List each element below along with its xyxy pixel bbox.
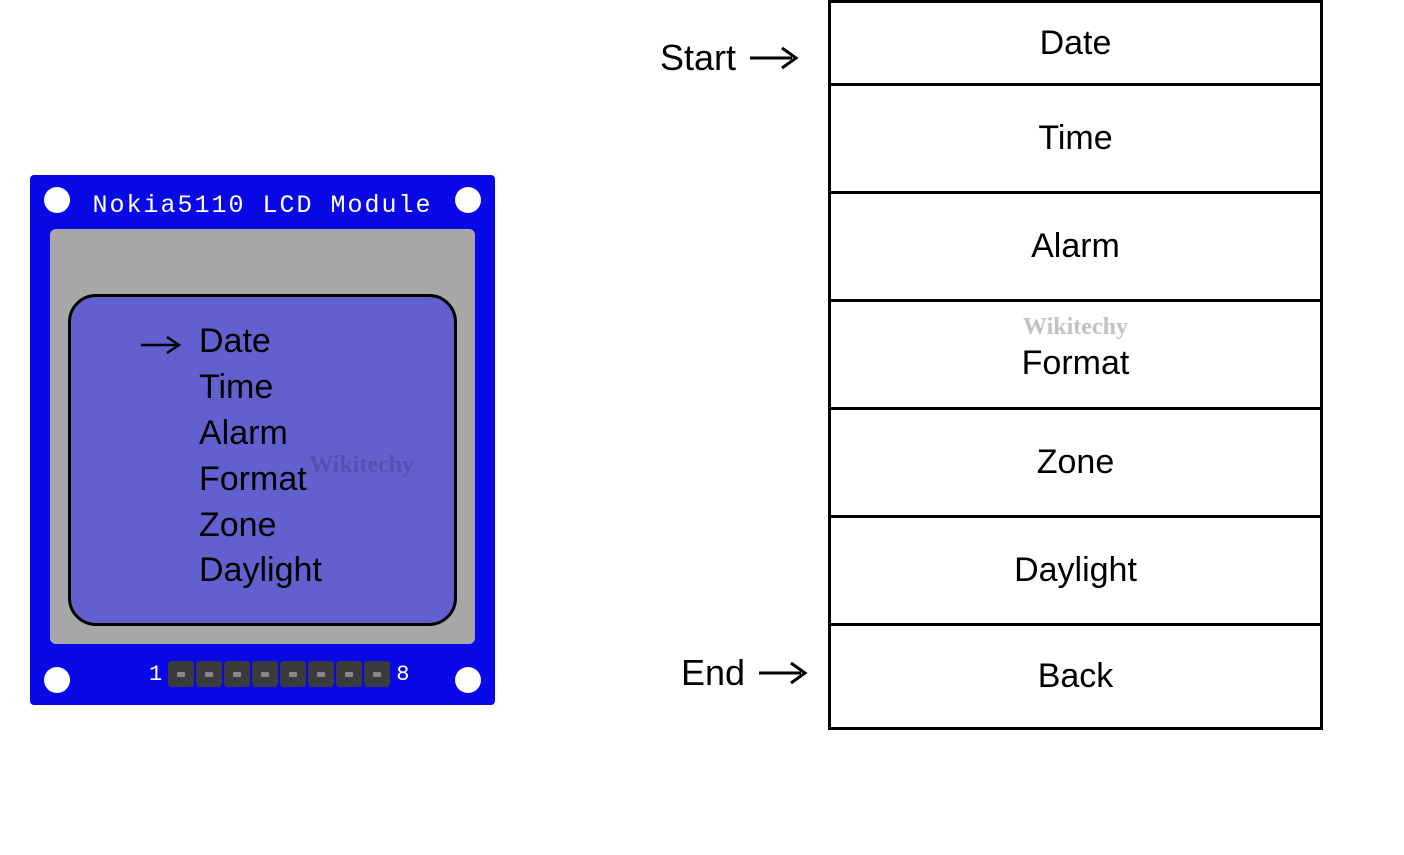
pin-start-label: 1 <box>149 662 162 687</box>
table-cell-label: Zone <box>1037 443 1115 482</box>
table-cell-label: Back <box>1038 657 1114 696</box>
lcd-module: Nokia5110 LCD Module Date Time Alarm For… <box>30 175 495 705</box>
screen-item: Alarm <box>199 411 322 457</box>
mount-hole <box>455 667 481 693</box>
table-row: Daylight <box>831 518 1320 626</box>
arrow-right-icon <box>757 659 809 687</box>
pin-end-label: 8 <box>396 662 409 687</box>
pin <box>196 661 222 687</box>
table-row: Wikitechy Format <box>831 302 1320 410</box>
pin <box>364 661 390 687</box>
table-row: Back <box>831 626 1320 730</box>
table-cell-label: Daylight <box>1014 551 1137 590</box>
lcd-screen: Date Time Alarm Format Zone Daylight Wik… <box>68 294 457 626</box>
end-pointer: End <box>681 652 809 694</box>
pin <box>308 661 334 687</box>
pin <box>280 661 306 687</box>
screen-item: Daylight <box>199 548 322 594</box>
table-row: Date <box>831 0 1320 86</box>
screen-item: Time <box>199 365 322 411</box>
pin-header: 1 8 <box>145 661 413 687</box>
end-label: End <box>681 652 745 694</box>
pin <box>252 661 278 687</box>
screen-item: Format <box>199 457 322 503</box>
table-row: Alarm <box>831 194 1320 302</box>
mount-hole <box>44 667 70 693</box>
watermark: Wikitechy <box>309 452 414 479</box>
table-row: Zone <box>831 410 1320 518</box>
menu-table: Date Time Alarm Wikitechy Format Zone Da… <box>828 0 1323 730</box>
arrow-right-icon <box>748 44 800 72</box>
pin <box>336 661 362 687</box>
lcd-title: Nokia5110 LCD Module <box>30 191 495 220</box>
table-cell-label: Format <box>1022 344 1130 383</box>
arrow-right-icon <box>139 325 183 364</box>
table-cell-label: Alarm <box>1031 227 1120 266</box>
table-cell-label: Time <box>1038 119 1112 158</box>
lcd-bezel: Date Time Alarm Format Zone Daylight Wik… <box>50 229 475 644</box>
screen-item: Zone <box>199 503 322 549</box>
start-label: Start <box>660 37 736 79</box>
screen-item: Date <box>199 319 322 365</box>
table-row: Time <box>831 86 1320 194</box>
pin <box>168 661 194 687</box>
pin <box>224 661 250 687</box>
watermark: Wikitechy <box>831 314 1320 341</box>
table-cell-label: Date <box>1040 24 1112 63</box>
start-pointer: Start <box>660 37 800 79</box>
screen-menu: Date Time Alarm Format Zone Daylight <box>199 319 322 594</box>
